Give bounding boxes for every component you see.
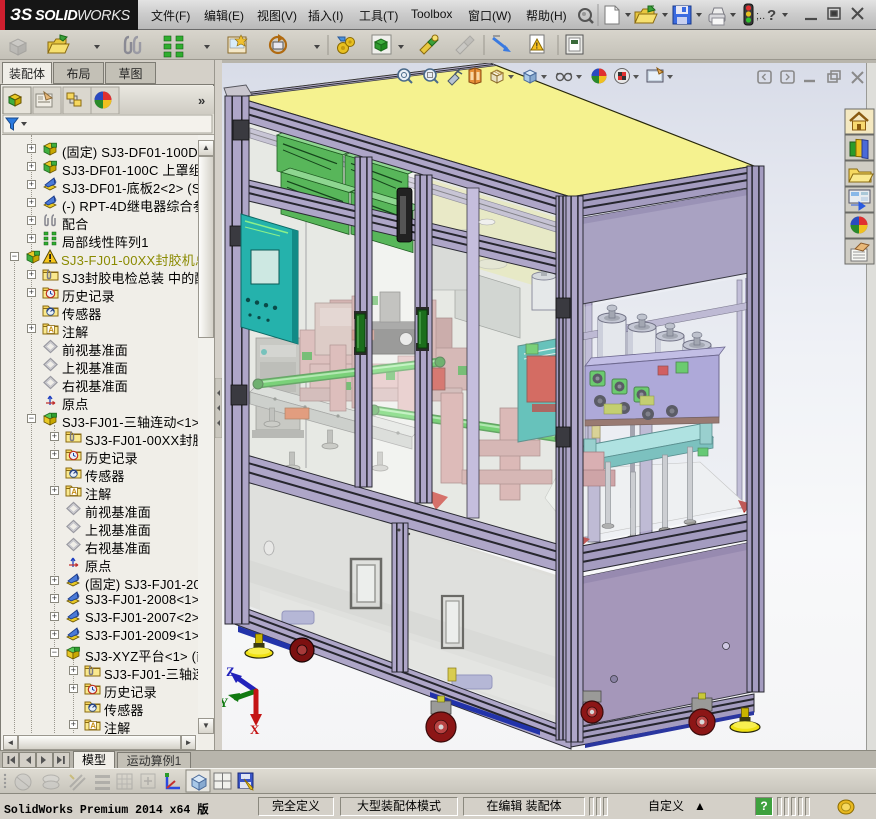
svg-text:»: » (198, 93, 205, 108)
svg-text:Z: Z (226, 664, 235, 679)
svg-text:Y: Y (222, 695, 229, 710)
svg-text:!: ! (536, 42, 539, 51)
svg-text:;..: ;.. (756, 10, 765, 22)
svg-text:WORKS: WORKS (77, 8, 131, 24)
svg-text:X: X (250, 722, 260, 737)
svg-text:?: ? (767, 7, 776, 24)
svg-text:SOLID: SOLID (35, 8, 78, 24)
svg-text:ЗS: ЗS (10, 5, 33, 24)
